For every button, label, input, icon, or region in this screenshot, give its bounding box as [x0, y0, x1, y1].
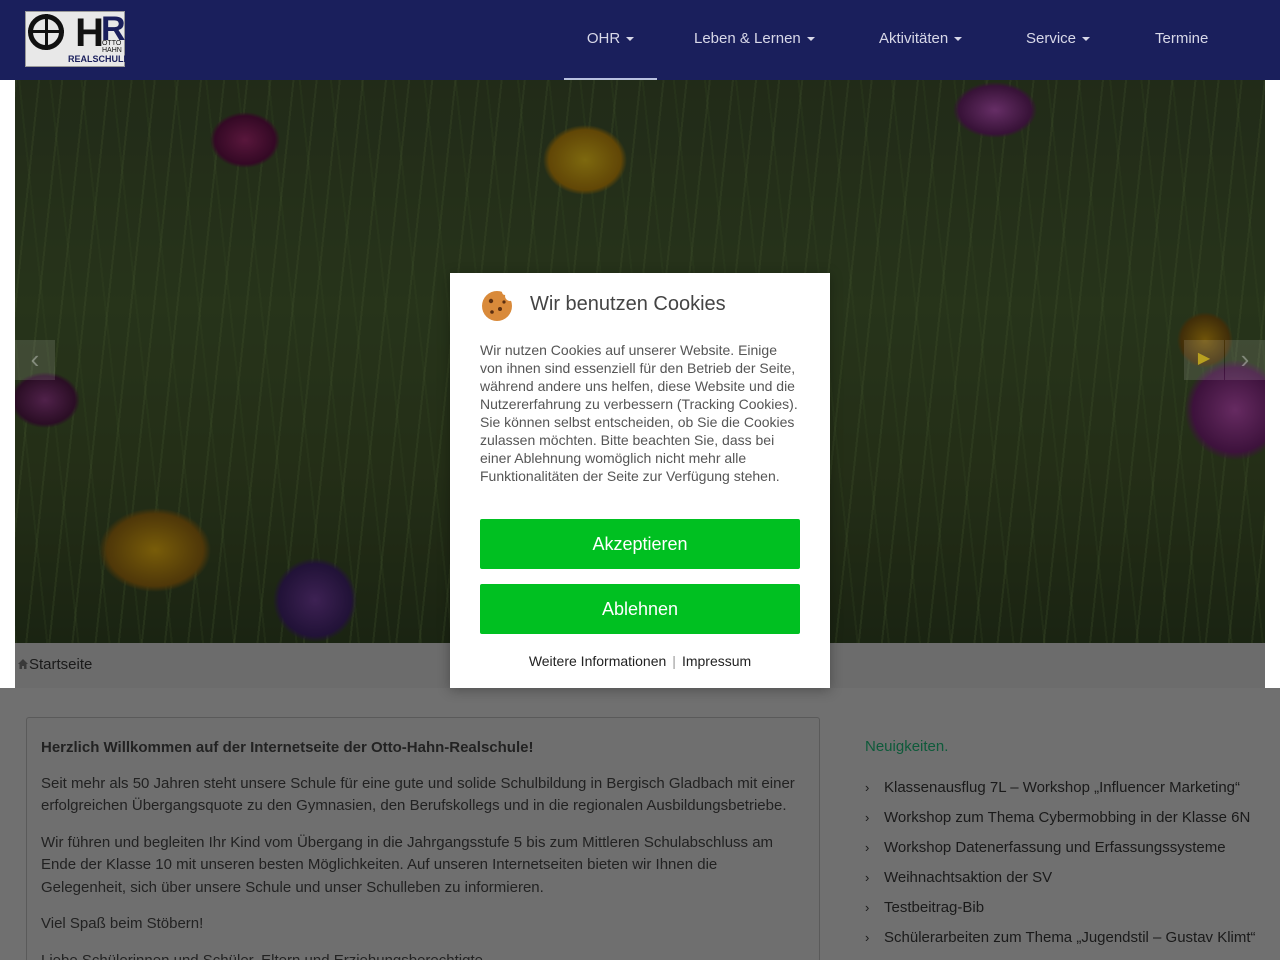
- news-item-label: Schülerarbeiten zum Thema „Jugendstil – …: [884, 929, 1256, 946]
- impressum-link[interactable]: Impressum: [682, 653, 751, 669]
- navbar: H R OTTO HAHN REALSCHULE OHR Leben & Ler…: [0, 0, 1280, 80]
- news-item-label: Klassenausflug 7L – Workshop „Influencer…: [884, 779, 1241, 796]
- news-sidebar: Neuigkeiten. › Klassenausflug 7L – Worksh…: [865, 738, 1265, 957]
- nav-item-aktivitaeten[interactable]: Aktivitäten: [879, 0, 963, 80]
- carousel-prev-button[interactable]: ‹: [15, 340, 55, 380]
- news-list: › Klassenausflug 7L – Workshop „Influence…: [865, 777, 1265, 949]
- nav-label: Aktivitäten: [879, 30, 949, 47]
- cookie-icon: [482, 289, 515, 321]
- decline-cookies-button[interactable]: Ablehnen: [480, 584, 800, 634]
- welcome-heading: Herzlich Willkommen auf der Internetseit…: [41, 739, 534, 756]
- nav-label: Leben & Lernen: [694, 30, 801, 47]
- caret-down-icon: [626, 37, 635, 42]
- breadcrumb-home-link[interactable]: Startseite: [29, 656, 92, 673]
- more-info-link[interactable]: Weitere Informationen: [529, 653, 666, 669]
- logo-crosshair-icon: [28, 14, 64, 50]
- welcome-paragraph: Wir führen und begleiten Ihr Kind vom Üb…: [41, 833, 774, 896]
- logo-realschule: REALSCHULE: [68, 54, 130, 64]
- news-item[interactable]: › Schülerarbeiten zum Thema „Jugendstil –…: [865, 927, 1265, 949]
- news-item-label: Weihnachtsaktion der SV: [884, 869, 1053, 886]
- cookie-dialog-title: Wir benutzen Cookies: [530, 293, 726, 315]
- news-item-label: Testbeitrag-Bib: [884, 899, 985, 916]
- welcome-panel: Herzlich Willkommen auf der Internetseit…: [26, 717, 820, 960]
- news-item[interactable]: › Weihnachtsaktion der SV: [865, 867, 1265, 889]
- welcome-paragraph: Seit mehr als 50 Jahren steht unsere Sch…: [41, 774, 795, 815]
- news-item-label: Workshop Datenerfassung und Erfassungssy…: [884, 839, 1226, 856]
- news-title: Neuigkeiten.: [865, 738, 949, 755]
- school-logo[interactable]: H R OTTO HAHN REALSCHULE: [25, 11, 130, 67]
- chevron-right-icon: ›: [865, 810, 870, 825]
- logo-subtitle: OTTO HAHN: [102, 40, 122, 54]
- logo-letter-h: H: [66, 11, 104, 55]
- news-item[interactable]: › Testbeitrag-Bib: [865, 897, 1265, 919]
- cookie-consent-dialog: Wir benutzen Cookies Wir nutzen Cookies …: [450, 273, 830, 688]
- news-item-label: Workshop zum Thema Cybermobbing in der K…: [884, 809, 1251, 826]
- cookie-dialog-links: Weitere Informationen | Impressum: [450, 653, 830, 669]
- caret-down-icon: [954, 37, 963, 42]
- nav-item-ohr[interactable]: OHR: [564, 0, 657, 80]
- caret-down-icon: [806, 37, 815, 42]
- carousel-next-button[interactable]: ›: [1225, 340, 1265, 380]
- nav-item-leben-lernen[interactable]: Leben & Lernen: [694, 0, 815, 80]
- caret-down-icon: [1082, 37, 1091, 42]
- welcome-paragraph: Liebe Schülerinnen und Schüler, Eltern u…: [41, 951, 488, 960]
- accept-cookies-button[interactable]: Akzeptieren: [480, 519, 800, 569]
- nav-item-service[interactable]: Service: [1026, 0, 1091, 80]
- nav-item-termine[interactable]: Termine: [1155, 0, 1208, 80]
- nav-label: Termine: [1155, 30, 1209, 47]
- chevron-right-icon: ›: [865, 870, 870, 885]
- news-item[interactable]: › Workshop zum Thema Cybermobbing in der …: [865, 807, 1265, 829]
- chevron-right-icon: ›: [865, 840, 870, 855]
- nav-label: Service: [1026, 30, 1077, 47]
- cookie-dialog-text: Wir nutzen Cookies auf unserer Website. …: [480, 342, 798, 484]
- chevron-right-icon: ›: [865, 930, 870, 945]
- link-separator: |: [672, 653, 676, 669]
- home-icon: [18, 659, 28, 669]
- carousel-play-button[interactable]: ▶: [1184, 340, 1224, 380]
- news-item[interactable]: › Workshop Datenerfassung und Erfassungss…: [865, 837, 1265, 859]
- welcome-paragraph: Viel Spaß beim Stöbern!: [41, 915, 204, 932]
- news-item[interactable]: › Klassenausflug 7L – Workshop „Influence…: [865, 777, 1265, 799]
- chevron-right-icon: ›: [865, 900, 870, 915]
- chevron-right-icon: ›: [865, 780, 870, 795]
- nav-label: OHR: [586, 30, 621, 47]
